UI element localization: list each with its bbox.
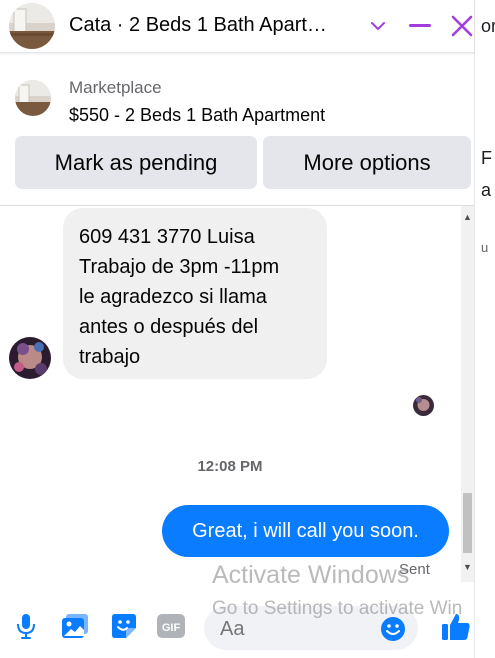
- listing-title[interactable]: $550 - 2 Beds 1 Bath Apartment: [69, 105, 325, 126]
- outgoing-message-bubble[interactable]: Great, i will call you soon.: [162, 505, 449, 557]
- mark-as-pending-button[interactable]: Mark as pending: [15, 136, 257, 189]
- peek-fragment: F: [481, 148, 492, 168]
- scroll-up-arrow-icon[interactable]: ▲: [461, 210, 474, 224]
- message-timestamp: 12:08 PM: [197, 458, 263, 475]
- conversation-avatar[interactable]: [9, 3, 55, 49]
- microphone-icon[interactable]: [12, 612, 40, 640]
- more-options-button[interactable]: More options: [263, 136, 471, 189]
- screen: or F a u Cata · 2 Beds 1 Bath Apart…: [0, 0, 495, 658]
- message-input[interactable]: [220, 618, 370, 641]
- gif-icon[interactable]: GIF: [157, 612, 185, 640]
- close-icon[interactable]: [446, 10, 478, 42]
- peek-fragment: a: [481, 180, 492, 200]
- message-line: le agradezco si llama: [79, 286, 267, 308]
- photo-icon[interactable]: [61, 612, 89, 640]
- minimize-icon[interactable]: [404, 10, 436, 42]
- activation-watermark-title: Activate Windows: [212, 561, 410, 589]
- message-line: Trabajo de 3pm -11pm: [79, 256, 280, 278]
- listing-thumbnail[interactable]: [15, 80, 51, 116]
- peek-fragment: u: [481, 240, 489, 255]
- sticker-icon[interactable]: [110, 612, 138, 640]
- sender-avatar[interactable]: [9, 337, 51, 379]
- scroll-down-arrow-icon[interactable]: ▼: [461, 560, 474, 574]
- message-line: 609 431 3770 Luisa: [79, 226, 255, 248]
- scrollbar-thumb[interactable]: [463, 493, 472, 553]
- marketplace-listing-panel: Marketplace $550 - 2 Beds 1 Bath Apartme…: [0, 62, 474, 206]
- conversation-title[interactable]: Cata · 2 Beds 1 Bath Apart…: [69, 14, 359, 37]
- chat-header: Cata · 2 Beds 1 Bath Apart…: [0, 0, 474, 53]
- gif-label: GIF: [162, 622, 181, 634]
- message-list: 609 431 3770 Luisa Trabajo de 3pm -11pm …: [0, 206, 460, 582]
- listing-source-label: Marketplace: [69, 78, 162, 97]
- chevron-down-icon[interactable]: [362, 10, 394, 42]
- chat-window: Cata · 2 Beds 1 Bath Apart… Marketplace …: [0, 0, 474, 658]
- read-receipt-avatar: [413, 395, 434, 416]
- activation-watermark-subtitle: Go to Settings to activate Win: [212, 598, 463, 619]
- message-scrollbar[interactable]: ▲ ▼: [461, 206, 474, 582]
- incoming-message-bubble[interactable]: 609 431 3770 Luisa Trabajo de 3pm -11pm …: [63, 208, 327, 379]
- background-page: or F a u: [474, 0, 495, 658]
- message-line: trabajo: [79, 346, 141, 368]
- peek-fragment: or: [481, 16, 495, 36]
- message-line: antes o después del: [79, 316, 259, 338]
